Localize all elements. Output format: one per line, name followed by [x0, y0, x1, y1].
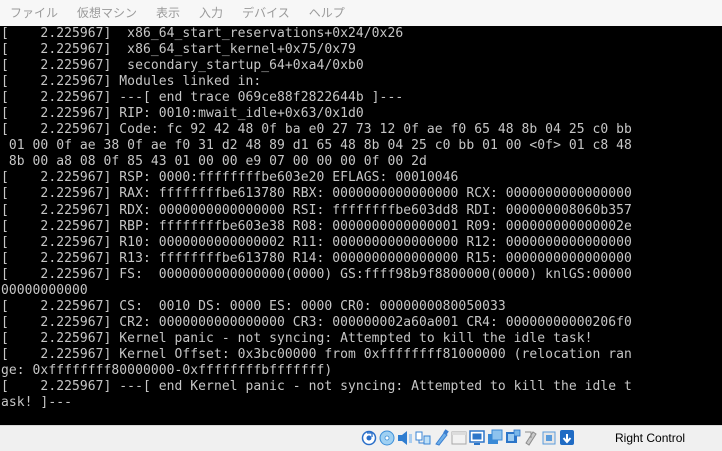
- audio-icon[interactable]: [397, 429, 413, 446]
- console-line: ge: 0xffffffff80000000-0xffffffffbffffff…: [1, 362, 333, 378]
- host-key-label: Right Control: [615, 431, 686, 445]
- console-line: [ 2.225967] x86_64_start_reservations+0x…: [1, 26, 404, 41]
- console-line: [ 2.225967] ---[ end trace 069ce88f28226…: [1, 90, 404, 106]
- host-key-icon[interactable]: [559, 429, 575, 446]
- hard-disk-icon[interactable]: [361, 429, 377, 446]
- console-line: [ 2.225967] RAX: ffffffffbe613780 RBX: 0…: [1, 186, 632, 202]
- console-line: [ 2.225967] Code: fc 92 42 48 0f ba e0 2…: [1, 122, 632, 138]
- optical-drive-icon[interactable]: [379, 429, 395, 446]
- status-bar: Right Control: [0, 425, 722, 450]
- console-line: 01 00 0f ae 38 0f ae f0 31 d2 48 89 d1 6…: [1, 138, 632, 154]
- video-capture-icon[interactable]: [487, 429, 503, 446]
- console-line: [ 2.225967] FS: 0000000000000000(0000) G…: [1, 266, 632, 282]
- console-line: [ 2.225967] Kernel panic - not syncing: …: [1, 330, 593, 346]
- console-line: 8b 00 a8 08 0f 85 43 01 00 00 e9 07 00 0…: [1, 154, 427, 170]
- console-line: [ 2.225967] secondary_startup_64+0xa4/0x…: [1, 58, 364, 74]
- console-line: [ 2.225967] x86_64_start_kernel+0x75/0x7…: [1, 42, 356, 58]
- console-line: [ 2.225967] R10: 0000000000000002 R11: 0…: [1, 234, 632, 250]
- mouse-integration-icon[interactable]: [523, 429, 539, 446]
- menu-bar: ファイル 仮想マシン 表示 入力 デバイス ヘルプ: [0, 0, 722, 26]
- vm-console-screen[interactable]: [ 2.225967] x86_64_start_reservations+0x…: [0, 26, 722, 425]
- console-line: [ 2.225967] RSP: 0000:ffffffffbe603e20 E…: [1, 170, 459, 186]
- shared-folders-icon[interactable]: [451, 429, 467, 446]
- console-line: [ 2.225967] Kernel Offset: 0x3bc00000 fr…: [1, 346, 632, 362]
- console-line: [ 2.225967] CS: 0010 DS: 0000 ES: 0000 C…: [1, 298, 506, 314]
- console-line: [ 2.225967] R13: ffffffffbe613780 R14: 0…: [1, 250, 632, 266]
- console-line: 00000000000: [1, 282, 88, 298]
- menu-machine[interactable]: 仮想マシン: [67, 0, 146, 26]
- usb-icon[interactable]: [433, 429, 449, 446]
- cpu-icon[interactable]: [541, 429, 557, 446]
- network-icon[interactable]: [415, 429, 431, 446]
- recording-icon[interactable]: [505, 429, 521, 446]
- menu-view[interactable]: 表示: [146, 0, 189, 26]
- console-line: [ 2.225967] RBP: ffffffffbe603e38 R08: 0…: [1, 218, 632, 234]
- console-line: [ 2.225967] Modules linked in:: [1, 74, 262, 90]
- menu-file[interactable]: ファイル: [0, 0, 67, 26]
- console-line: [ 2.225967] CR2: 0000000000000000 CR3: 0…: [1, 314, 632, 330]
- console-line: [ 2.225967] ---[ end Kernel panic - not …: [1, 379, 632, 395]
- console-line: [ 2.225967] RIP: 0010:mwait_idle+0x63/0x…: [1, 106, 364, 122]
- display-icon[interactable]: [469, 429, 485, 446]
- menu-devices[interactable]: デバイス: [232, 0, 299, 26]
- console-output: [ 2.225967] x86_64_start_reservations+0x…: [0, 26, 722, 411]
- console-line: [ 2.225967] RDX: 0000000000000000 RSI: f…: [1, 202, 632, 218]
- console-line: ask! ]---: [1, 395, 72, 411]
- menu-help[interactable]: ヘルプ: [299, 0, 354, 26]
- device-status-icons: [361, 429, 575, 446]
- menu-input[interactable]: 入力: [189, 0, 232, 26]
